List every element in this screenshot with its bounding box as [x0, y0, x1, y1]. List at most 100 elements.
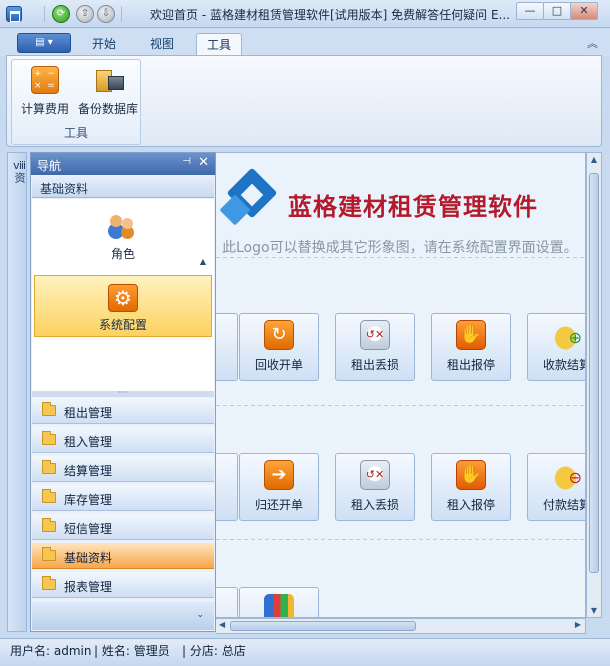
coins-remove-icon: ⊖	[552, 460, 582, 490]
scroll-down-icon[interactable]: ▼	[587, 606, 601, 615]
refresh-icon: ⟳	[56, 8, 66, 19]
nav-title: 导航	[37, 159, 62, 173]
backup-database-label: 备份数据库	[78, 102, 139, 116]
nav-group-basic-data[interactable]: 基础资料	[32, 543, 214, 569]
tile-payment-settlement[interactable]: ⊖ 付款结算	[527, 453, 585, 521]
tile-label: 租出丢损	[350, 358, 399, 372]
nav-group-label: 库存管理	[64, 493, 113, 507]
nav-group-rent-out[interactable]: 租出管理	[32, 398, 214, 424]
navigation-pane: 导航 ⊣ ✕ 基础资料 ▲ 角色 ⚙ 系统配置 ···· 租出管理 租入管理 结…	[30, 152, 216, 632]
tile-collection-settlement[interactable]: ⊕ 收款结算	[527, 313, 585, 381]
nav-section-title: 基础资料	[40, 182, 89, 196]
close-button[interactable]: ✕	[570, 2, 598, 20]
tile-report[interactable]	[239, 587, 319, 617]
nav-section-header: 基础资料	[32, 176, 214, 198]
scroll-up-icon[interactable]: ▲	[587, 155, 601, 164]
status-bar: 用户名: admin | 姓名: 管理员 | 分店: 总店	[0, 638, 610, 666]
collapsed-side-tab[interactable]: ⅷ资	[7, 152, 27, 632]
folder-icon	[42, 489, 56, 503]
scroll-right-icon[interactable]: ▶	[575, 620, 581, 629]
ribbon-collapse-icon[interactable]: ︽	[587, 35, 598, 51]
nav-splitter[interactable]: ····	[32, 389, 214, 397]
tile-rental-in-loss[interactable]: ↺✕ 租入丢损	[335, 453, 415, 521]
maximize-button[interactable]: □	[543, 2, 571, 20]
nav-item-role[interactable]: 角色	[34, 205, 212, 267]
divider	[216, 257, 585, 258]
horizontal-scroll-thumb[interactable]	[230, 621, 416, 631]
back-button[interactable]: ⇧	[76, 5, 94, 23]
report-chart-icon	[264, 594, 294, 617]
title-separator-2	[121, 6, 122, 22]
ribbon-panel: 计算费用 备份数据库 工具	[6, 55, 602, 147]
tile-label: 付款结算	[542, 498, 585, 512]
nav-footer: ⌄	[32, 602, 214, 630]
horizontal-scrollbar[interactable]: ◀ ▶	[216, 618, 586, 634]
title-separator	[44, 6, 45, 22]
coins-add-icon: ⊕	[552, 320, 582, 350]
tab-view[interactable]: 视图	[140, 33, 184, 57]
pin-icon[interactable]: ⊣	[182, 156, 191, 167]
backup-database-button[interactable]: 备份数据库	[78, 64, 138, 120]
tile-return-receipt[interactable]: ↻ 回收开单	[239, 313, 319, 381]
nav-item-label: 系统配置	[98, 318, 147, 332]
minimize-button[interactable]: —	[516, 2, 544, 20]
tile-label: 归还开单	[254, 498, 303, 512]
nav-group-inventory[interactable]: 库存管理	[32, 485, 214, 511]
rental-in-stop-hand-icon: ✋	[456, 460, 486, 490]
vertical-scrollbar[interactable]: ▲ ▼	[586, 152, 602, 618]
divider	[216, 405, 585, 406]
tab-start[interactable]: 开始	[82, 33, 126, 57]
main-content: 蓝格建材租赁管理软件 此Logo可以替换成其它形象图，请在系统配置界面设置。 ↻…	[216, 152, 586, 618]
refresh-button[interactable]: ⟳	[52, 5, 70, 23]
chevron-down-icon[interactable]: ⌄	[196, 610, 204, 620]
tile-hidden-row1[interactable]	[216, 313, 238, 381]
back-icon: ⇧	[80, 8, 90, 19]
nav-item-system-config[interactable]: ⚙ 系统配置	[34, 275, 212, 337]
status-user: 用户名: admin	[10, 644, 92, 658]
tile-rental-stop[interactable]: ✋ 租出报停	[431, 313, 511, 381]
nav-group-label: 短信管理	[64, 522, 113, 536]
folder-icon	[42, 402, 56, 416]
scroll-left-icon[interactable]: ◀	[219, 620, 225, 629]
ribbon-tab-bar: ▤ ▾ 开始 视图 工具 ︽	[0, 29, 610, 57]
side-tab-label: ⅷ资	[13, 159, 26, 183]
nav-group-label: 结算管理	[64, 464, 113, 478]
nav-group-rent-in[interactable]: 租入管理	[32, 427, 214, 453]
tile-label: 租入丢损	[350, 498, 399, 512]
ribbon-group-label: 工具	[63, 126, 88, 140]
tile-hidden-row3[interactable]	[216, 587, 238, 617]
gear-icon: ⚙	[108, 284, 138, 312]
nav-group-sms[interactable]: 短信管理	[32, 514, 214, 540]
tile-rental-loss[interactable]: ↺✕ 租出丢损	[335, 313, 415, 381]
nav-group-reports[interactable]: 报表管理	[32, 572, 214, 598]
application-menu-button[interactable]: ▤ ▾	[17, 33, 71, 53]
role-users-icon	[108, 213, 138, 241]
forward-icon: ⇩	[101, 8, 111, 19]
tile-hidden-row2[interactable]	[216, 453, 238, 521]
tile-rental-in-stop[interactable]: ✋ 租入报停	[431, 453, 511, 521]
ribbon-group-tools: 计算费用 备份数据库 工具	[11, 59, 141, 145]
folder-icon	[42, 576, 56, 590]
tile-label: 租入报停	[446, 498, 495, 512]
tile-label: 回收开单	[254, 358, 303, 372]
folder-icon	[42, 547, 56, 561]
forward-button[interactable]: ⇩	[97, 5, 115, 23]
vertical-scroll-thumb[interactable]	[589, 173, 599, 573]
calculate-fee-button[interactable]: 计算费用	[15, 64, 75, 120]
tile-return-goods[interactable]: ➔ 归还开单	[239, 453, 319, 521]
nav-close-icon[interactable]: ✕	[198, 155, 209, 170]
nav-group-label: 报表管理	[64, 580, 113, 594]
folder-icon	[42, 518, 56, 532]
nav-item-label: 角色	[110, 247, 135, 261]
calculate-fee-label: 计算费用	[20, 102, 69, 116]
tab-tools[interactable]: 工具	[196, 33, 243, 57]
app-home-icon[interactable]	[6, 6, 22, 22]
rental-loss-icon: ↺✕	[360, 320, 390, 350]
divider	[216, 539, 585, 540]
nav-group-settlement[interactable]: 结算管理	[32, 456, 214, 482]
nav-group-label: 租出管理	[64, 406, 113, 420]
rental-in-loss-icon: ↺✕	[360, 460, 390, 490]
backup-database-icon	[94, 66, 124, 94]
nav-header: 导航 ⊣ ✕	[31, 153, 215, 175]
title-bar: ⟳ ⇧ ⇩ 欢迎首页 - 蓝格建材租赁管理软件[试用版本] 免费解答任何疑问 E…	[0, 0, 610, 28]
